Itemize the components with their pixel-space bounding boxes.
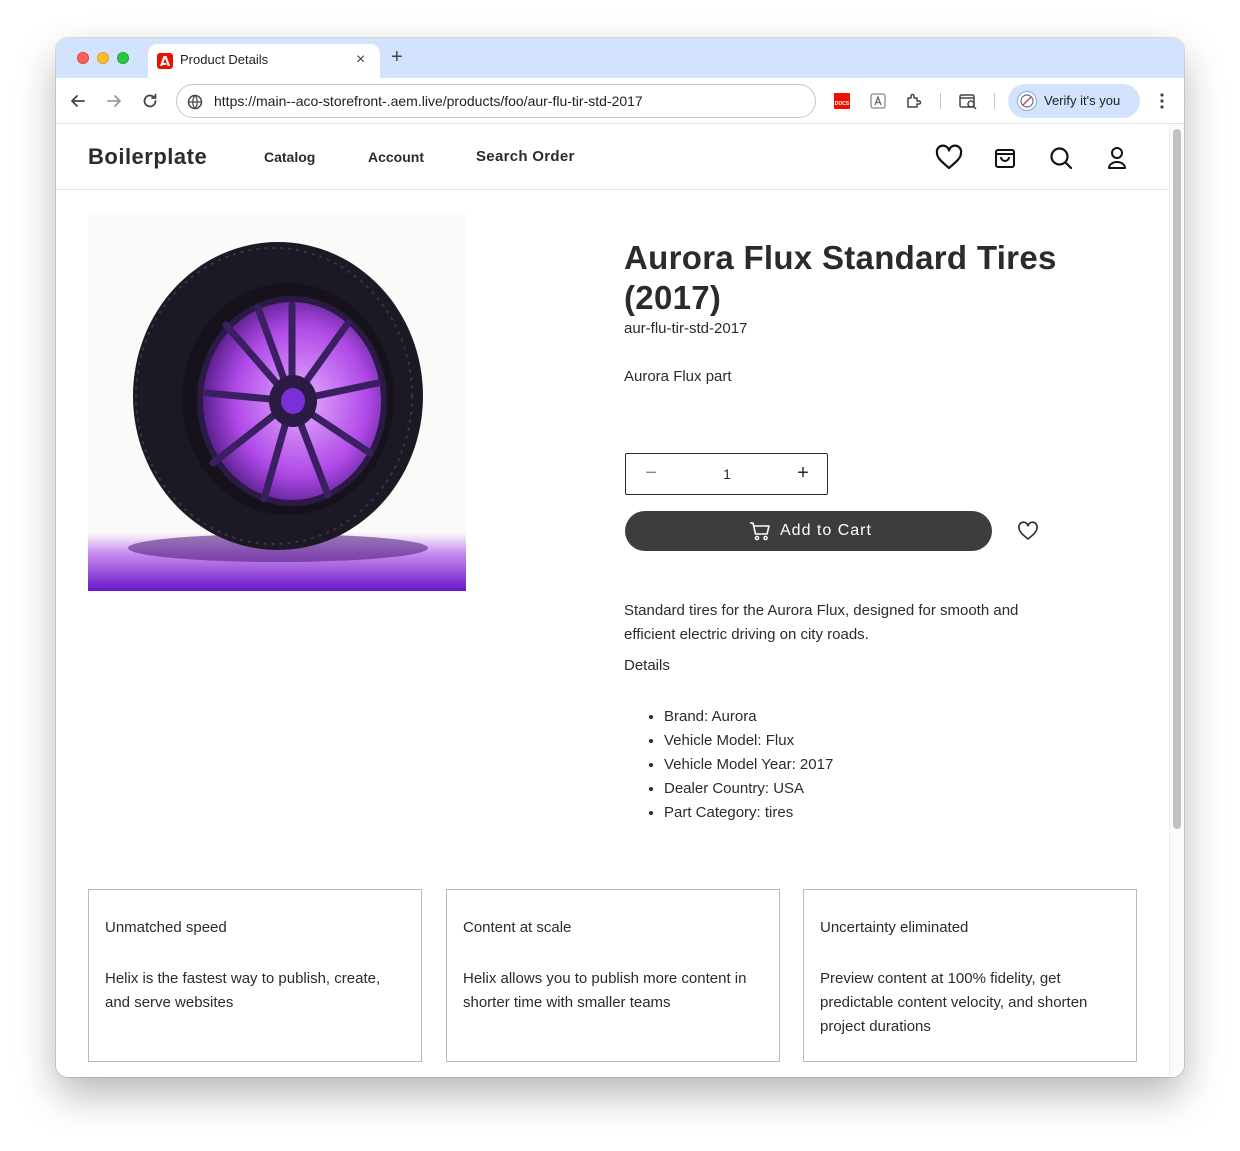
tab-title: Product Details [180, 52, 269, 67]
product-sku: aur-flu-tir-std-2017 [624, 320, 748, 337]
toolbar-divider [940, 93, 941, 109]
scrollbar-thumb[interactable] [1173, 129, 1181, 829]
list-item: Part Category: tires [664, 801, 833, 825]
browser-toolbar: https://main--aco-storefront-.aem.live/p… [56, 78, 1184, 124]
nav-account[interactable]: Account [368, 149, 424, 165]
verify-label: Verify it's you [1044, 93, 1121, 108]
product-description: Standard tires for the Aurora Flux, desi… [624, 602, 1019, 643]
page-scrollbar[interactable] [1169, 125, 1184, 1077]
feature-card: Uncertainty eliminated Preview content a… [803, 889, 1137, 1062]
feature-card-text: Preview content at 100% fidelity, get pr… [820, 970, 1088, 1035]
quantity-input[interactable]: 1 [686, 466, 768, 482]
nav-search-order[interactable]: Search Order [476, 148, 575, 165]
new-tab-button[interactable]: + [391, 47, 403, 67]
tab-close-button[interactable]: × [356, 51, 365, 69]
list-item: Vehicle Model: Flux [664, 729, 833, 753]
list-item: Brand: Aurora [664, 705, 833, 729]
product-title: Aurora Flux Standard Tires (2017) [624, 239, 1057, 316]
tab-search-icon[interactable] [958, 91, 978, 111]
verify-profile-button[interactable]: Verify it's you [1008, 84, 1140, 118]
adobe-favicon-icon [157, 53, 173, 69]
details-heading: Details [624, 657, 670, 674]
add-to-cart-button[interactable]: Add to Cart [625, 511, 992, 551]
tab-strip: Product Details × + [56, 38, 1184, 78]
extensions-puzzle-icon[interactable] [904, 91, 924, 111]
list-item: Dealer Country: USA [664, 777, 833, 801]
forward-icon[interactable] [104, 91, 124, 111]
site-info-icon[interactable] [187, 94, 203, 110]
window-maximize-button[interactable] [117, 52, 129, 64]
nav-catalog[interactable]: Catalog [264, 149, 315, 165]
add-to-wishlist-heart-icon[interactable] [1017, 521, 1039, 541]
quantity-increase-button[interactable]: + [792, 463, 814, 485]
browser-tab[interactable]: Product Details × [148, 44, 380, 78]
quantity-decrease-button[interactable]: − [640, 463, 662, 485]
page-content: Boilerplate Catalog Account Search Order [56, 125, 1169, 1077]
search-icon[interactable] [1046, 143, 1076, 173]
product-image [88, 213, 466, 591]
list-item: Vehicle Model Year: 2017 [664, 753, 833, 777]
feature-card-title: Unmatched speed [105, 919, 227, 936]
adobe-extension-icon[interactable] [868, 91, 888, 111]
feature-card-title: Uncertainty eliminated [820, 919, 969, 936]
toolbar-divider [994, 93, 995, 109]
browser-menu-icon[interactable] [1156, 91, 1168, 111]
site-header: Boilerplate Catalog Account Search Order [56, 125, 1169, 190]
feature-card-title: Content at scale [463, 919, 572, 936]
feature-card-text: Helix allows you to publish more content… [463, 970, 747, 1011]
cart-icon [750, 522, 770, 541]
docs-extension-icon[interactable]: DOCS [834, 93, 850, 109]
heart-icon[interactable] [934, 143, 964, 173]
profile-avatar-icon [1017, 91, 1037, 111]
feature-card-text: Helix is the fastest way to publish, cre… [105, 970, 381, 1011]
shopping-bag-icon[interactable] [990, 143, 1020, 173]
window-close-button[interactable] [77, 52, 89, 64]
user-icon[interactable] [1102, 143, 1132, 173]
reload-icon[interactable] [140, 91, 160, 111]
feature-card: Unmatched speed Helix is the fastest way… [88, 889, 422, 1062]
back-icon[interactable] [68, 91, 88, 111]
url-text: https://main--aco-storefront-.aem.live/p… [214, 93, 643, 109]
add-to-cart-label: Add to Cart [780, 522, 872, 539]
product-short-description: Aurora Flux part [624, 368, 732, 385]
browser-window: Product Details × + https://main--aco-st… [56, 38, 1184, 1077]
quantity-stepper: − 1 + [625, 453, 828, 495]
details-list: Brand: Aurora Vehicle Model: Flux Vehicl… [664, 705, 833, 825]
brand-logo[interactable]: Boilerplate [88, 144, 207, 170]
feature-card: Content at scale Helix allows you to pub… [446, 889, 780, 1062]
address-bar[interactable]: https://main--aco-storefront-.aem.live/p… [176, 84, 816, 118]
window-minimize-button[interactable] [97, 52, 109, 64]
